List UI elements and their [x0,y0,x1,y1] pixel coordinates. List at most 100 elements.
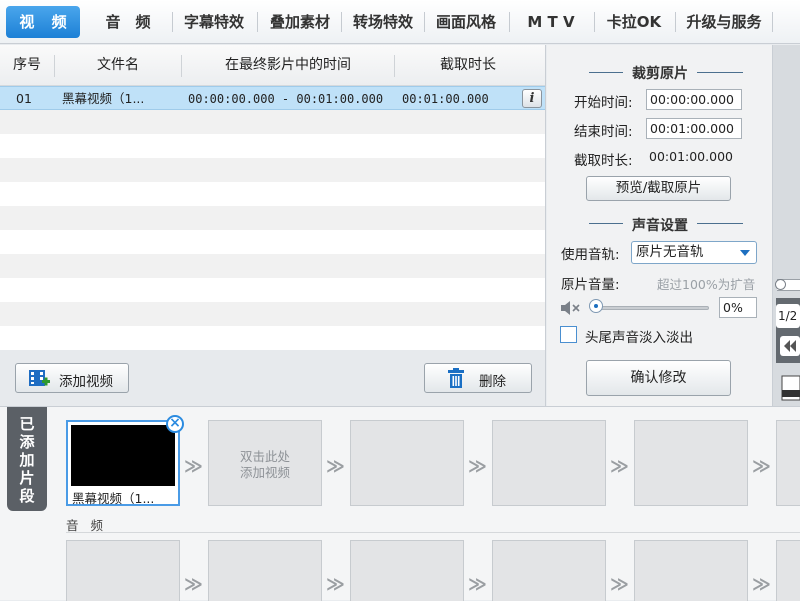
chevron-right-icon: ≫ [610,574,629,595]
chevron-right-icon: ≫ [468,456,487,477]
audio-track-select[interactable]: 原片无音轨 [631,241,757,264]
chevron-down-icon [740,250,750,256]
chevron-right-icon: ≫ [752,574,771,595]
clip-table-body: 01 黑幕视频（1... 00:00:00.000 - 00:01:00.000… [0,86,545,350]
mute-speaker-icon[interactable] [560,300,582,316]
tab-separator [341,12,342,32]
confirm-changes-button[interactable]: 确认修改 [586,360,731,396]
chevron-right-icon: ≫ [184,456,203,477]
empty-row [0,134,545,158]
empty-clip-slot[interactable] [492,420,606,506]
tab-picture-style[interactable]: 画面风格 [428,6,504,38]
chevron-right-icon: ≫ [184,574,203,595]
empty-row [0,182,545,206]
clip-caption: 黑幕视频（1... [72,491,155,506]
preview-crop-button[interactable]: 预览/截取原片 [586,176,731,201]
add-video-label: 添加视频 [59,374,113,390]
rewind-button[interactable] [780,336,800,356]
tab-transition-effects[interactable]: 转场特效 [345,6,421,38]
empty-row [0,302,545,326]
audio-slot[interactable] [208,540,322,601]
info-icon[interactable]: i [522,89,542,108]
tab-subtitle-effects[interactable]: 字幕特效 [176,6,252,38]
empty-clip-slot[interactable] [776,420,800,506]
added-clips-label: 已添加片段 [7,407,47,511]
volume-percent-input[interactable]: 0% [719,297,757,318]
tab-separator [172,12,173,32]
tab-upgrade-service[interactable]: 升级与服务 [679,6,769,38]
empty-row [0,254,545,278]
duration-label: 截取时长: [574,153,633,169]
rewind-icon [784,340,796,352]
section-divider [697,72,743,73]
empty-row [0,206,545,230]
chevron-right-icon: ≫ [326,456,345,477]
tab-video[interactable]: 视 频 [6,6,80,38]
row-filename: 黑幕视频（1... [62,91,145,106]
volume-hint: 超过100%为扩音 [657,277,756,292]
empty-row [0,110,545,134]
clip-settings-panel: 裁剪原片 开始时间: 00:00:00.000 结束时间: 00:01:00.0… [547,45,773,406]
clip-action-bar: 添加视频 删除 [0,350,546,406]
timeline-panel: 已添加片段 黑幕视频（1... × ≫ 双击此处 添加视频 ≫ ≫ ≫ ≫ 音 … [0,406,800,601]
audio-section-title: 声音设置 [632,218,688,234]
tab-separator [594,12,595,32]
row-time-range: 00:00:00.000 - 00:01:00.000 [188,92,384,106]
remove-clip-button[interactable]: × [166,415,184,433]
end-time-input[interactable]: 00:01:00.000 [646,118,742,139]
tab-mtv[interactable]: M T V [515,6,587,38]
strip-slider-thumb[interactable] [775,279,786,290]
column-header-time-in-movie: 在最终影片中的时间 [225,57,351,73]
tab-separator [424,12,425,32]
row-duration: 00:01:00.000 [402,92,489,106]
chevron-right-icon: ≫ [610,456,629,477]
empty-clip-slot[interactable] [350,420,464,506]
audio-slot[interactable] [492,540,606,601]
section-divider [697,223,743,224]
add-video-placeholder[interactable]: 双击此处 添加视频 [208,420,322,506]
strip-slider[interactable] [775,279,800,291]
end-time-label: 结束时间: [574,124,633,140]
empty-row [0,230,545,254]
audio-slot[interactable] [66,540,180,601]
clip-list-panel: 序号 文件名 在最终影片中的时间 截取时长 01 黑幕视频（1... 00:00… [0,45,546,350]
duration-value: 00:01:00.000 [649,149,733,164]
crop-section-title: 裁剪原片 [632,66,688,82]
main-tab-bar: 视 频 音 频 字幕特效 叠加素材 转场特效 画面风格 M T V 卡拉OK 升… [0,0,800,44]
start-time-input[interactable]: 00:00:00.000 [646,89,742,110]
added-clips-text: 已添加片段 [19,415,35,505]
audio-slot[interactable] [350,540,464,601]
chevron-right-icon: ≫ [752,456,771,477]
empty-clip-slot[interactable] [634,420,748,506]
empty-row [0,158,545,182]
tab-separator [257,12,258,32]
table-header: 序号 文件名 在最终影片中的时间 截取时长 [0,45,545,86]
slider-thumb-dot [594,304,598,308]
chevron-right-icon: ≫ [326,574,345,595]
placeholder-text: 双击此处 添加视频 [239,449,290,480]
audio-slot[interactable] [776,540,800,601]
table-row[interactable]: 01 黑幕视频（1... 00:00:00.000 - 00:01:00.000… [0,86,545,110]
volume-slider-track[interactable] [594,306,709,310]
tab-separator [772,12,773,32]
audio-track-value: 原片无音轨 [636,244,704,260]
delete-button[interactable]: 删除 [424,363,532,393]
column-header-duration: 截取时长 [440,57,496,73]
new-file-icon[interactable] [780,375,800,401]
clip-thumbnail-selected[interactable]: 黑幕视频（1... [66,420,180,506]
chevron-right-icon: ≫ [468,574,487,595]
delete-label: 删除 [479,374,506,390]
tab-audio[interactable]: 音 频 [90,6,166,38]
trash-icon [448,368,464,388]
audio-slot[interactable] [634,540,748,601]
volume-slider-thumb[interactable] [589,299,603,313]
audio-track-section-label: 音 频 [66,515,800,533]
tab-karaoke[interactable]: 卡拉OK [598,6,670,38]
fade-checkbox[interactable] [560,326,577,343]
add-video-button[interactable]: 添加视频 [15,363,129,393]
preview-side-strip: 1/2 [773,45,800,406]
volume-label: 原片音量: [561,277,620,293]
tab-overlay-materials[interactable]: 叠加素材 [261,6,339,38]
start-time-label: 开始时间: [574,95,633,111]
audio-track-label: 使用音轨: [561,247,620,263]
